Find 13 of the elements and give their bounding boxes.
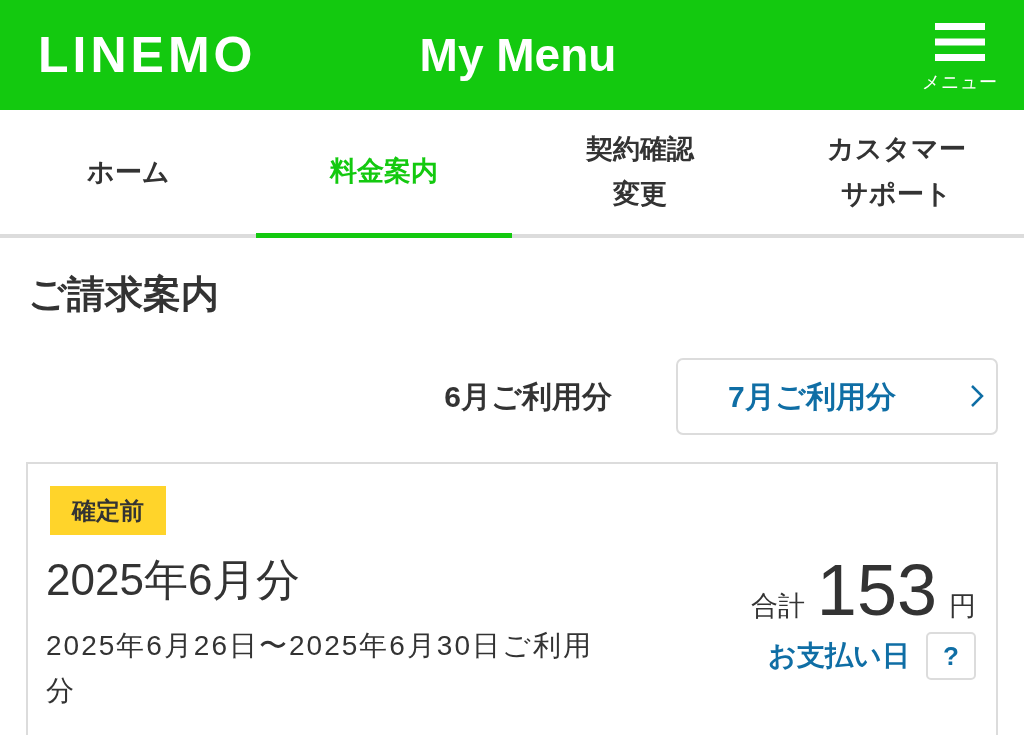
current-month-label: 6月ご利用分 <box>444 378 612 415</box>
billing-period-title: 2025年6月分 <box>46 554 302 607</box>
help-button[interactable]: ? <box>926 632 976 681</box>
total-label: 合計 <box>750 590 805 624</box>
next-month-button[interactable]: 7月ご利用分 <box>676 357 998 435</box>
payment-date-link[interactable]: お支払い日 <box>768 635 910 678</box>
section-heading: ご請求案内 <box>28 272 220 317</box>
total-amount: 153 <box>816 551 937 631</box>
status-badge: 確定前 <box>50 485 166 536</box>
chevron-right-icon <box>970 384 984 409</box>
menu-icon <box>935 23 985 61</box>
currency-label: 円 <box>949 590 976 624</box>
usage-period-text: 2025年6月26日〜2025年6月30日ご利用分 <box>46 629 594 708</box>
